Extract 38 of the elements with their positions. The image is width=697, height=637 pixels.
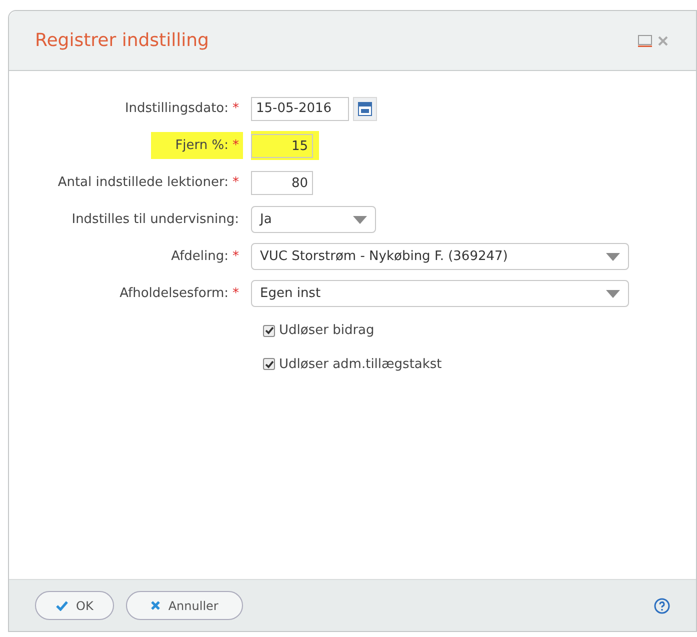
check-icon [264,326,274,336]
select-field[interactable]: VUC Storstrøm - Nykøbing F. (369247) [251,243,629,270]
number-field[interactable]: 15 [251,134,313,158]
number-field[interactable]: 80 [251,171,313,196]
checkbox-option[interactable]: Udløser adm.tillægstakst [263,354,696,374]
select-value: VUC Storstrøm - Nykøbing F. (369247) [260,248,508,266]
select-field[interactable]: Egen inst [251,280,629,307]
dialog-title: Registrer indstilling [35,29,209,53]
required-mark: * [232,174,239,192]
ok-button[interactable]: OK [35,591,114,620]
check-icon [56,600,68,610]
help-icon[interactable] [654,598,670,614]
cancel-button[interactable]: Annuller [126,591,244,620]
field-label: Afdeling: [171,248,228,266]
x-icon [151,601,160,610]
field-label: Fjern %: [175,136,228,155]
required-mark: * [232,248,239,266]
required-mark: * [232,136,239,155]
check-icon [264,360,274,369]
required-mark: * [232,100,239,118]
dropdown-caret-icon [606,290,620,298]
select-value: Egen inst [260,284,321,303]
select-field[interactable]: Ja [251,206,376,233]
dropdown-caret-icon [353,216,367,224]
calendar-button[interactable] [353,96,377,120]
field-label: Indstilles til undervisning: [72,210,239,229]
checkbox[interactable] [263,324,275,337]
dropdown-caret-icon [606,252,620,260]
field-label: Antal indstillede lektioner: [58,174,228,192]
checkbox[interactable] [263,358,275,370]
maximize-icon[interactable] [638,34,652,46]
calendar-icon [358,101,372,116]
date-field[interactable]: 15-05-2016 [251,96,349,120]
field-label: Afholdelsesform: [120,284,228,303]
select-value: Ja [260,210,272,229]
checkbox-option[interactable]: Udløser bidrag [263,321,696,340]
field-label: Indstillingsdato: [124,100,228,118]
required-mark: * [232,284,239,303]
